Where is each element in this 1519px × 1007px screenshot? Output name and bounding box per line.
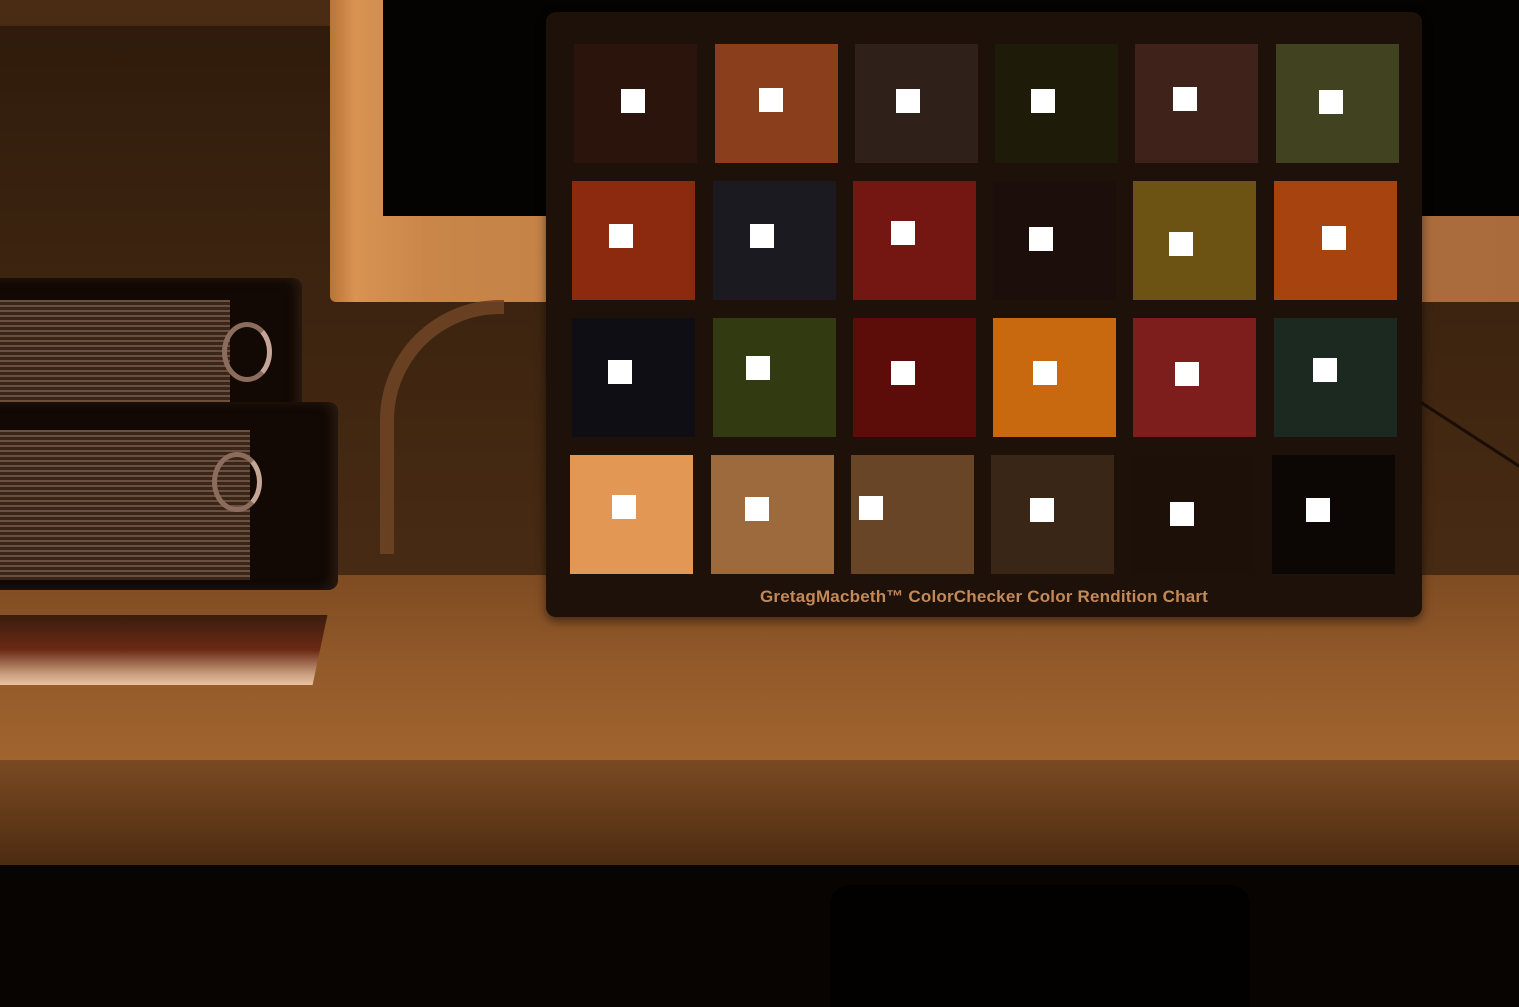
color-patch: [572, 318, 695, 437]
color-patch: [713, 318, 836, 437]
white-square-icon: [609, 224, 633, 248]
white-square-icon: [759, 88, 783, 112]
color-patch: [713, 181, 836, 300]
white-square-icon: [746, 356, 770, 380]
white-square-icon: [1313, 358, 1337, 382]
binder-top-ring-icon: [222, 322, 272, 382]
white-square-icon: [1169, 232, 1193, 256]
color-patch: [1133, 181, 1256, 300]
white-square-icon: [608, 360, 632, 384]
white-square-icon: [1306, 498, 1330, 522]
white-square-icon: [891, 361, 915, 385]
white-square-icon: [859, 496, 883, 520]
white-square-icon: [1031, 89, 1055, 113]
white-square-icon: [1170, 502, 1194, 526]
binder-bottom-pages: [0, 430, 250, 580]
binder-bottom-ring-icon: [212, 452, 262, 512]
white-square-icon: [1173, 87, 1197, 111]
white-square-icon: [750, 224, 774, 248]
white-square-icon: [896, 89, 920, 113]
colorchecker-caption: GretagMacbeth™ ColorChecker Color Rendit…: [759, 587, 1209, 606]
color-patch: [1272, 455, 1395, 574]
white-square-icon: [1319, 90, 1343, 114]
photo-scene: GretagMacbeth™ ColorChecker Color Rendit…: [0, 0, 1519, 1007]
desk-edge: [0, 760, 1519, 870]
white-square-icon: [612, 495, 636, 519]
white-square-icon: [1030, 498, 1054, 522]
white-square-icon: [891, 221, 915, 245]
white-square-icon: [1033, 361, 1057, 385]
white-square-icon: [1029, 227, 1053, 251]
color-patch: [572, 181, 695, 300]
color-patch: [993, 181, 1116, 300]
binder-top-pages: [0, 300, 230, 415]
wall-highlight: [0, 0, 340, 26]
white-square-icon: [745, 497, 769, 521]
white-square-icon: [621, 89, 645, 113]
magazine-stack: [0, 615, 328, 685]
color-patch: [995, 44, 1118, 163]
under-desk-shadow: [0, 865, 1519, 1007]
color-patch: [711, 455, 834, 574]
white-square-icon: [1322, 226, 1346, 250]
under-desk-object: [830, 885, 1250, 1007]
white-square-icon: [1175, 362, 1199, 386]
